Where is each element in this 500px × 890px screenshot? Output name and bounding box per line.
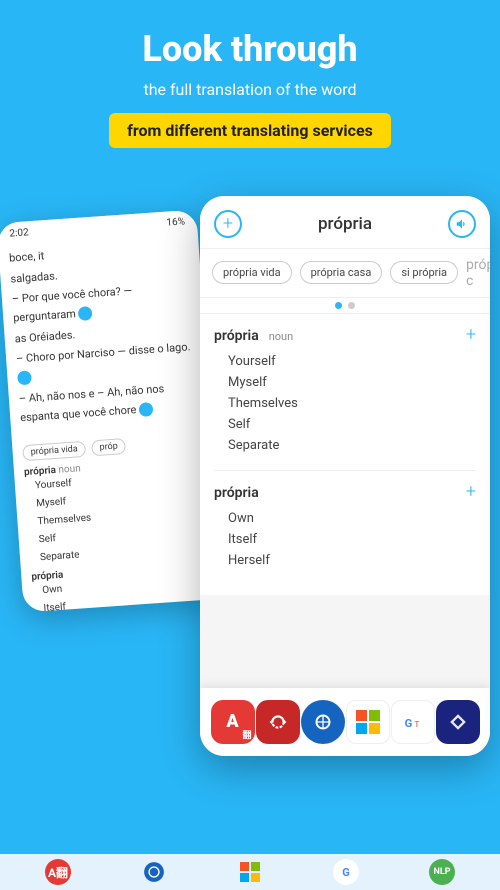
dict-item-myself: Myself <box>214 372 476 393</box>
phone-header: + própria <box>200 196 490 249</box>
dict-section-2: própria + Own Itself Herself <box>214 481 476 571</box>
svg-text:T: T <box>414 719 419 729</box>
dot-active <box>335 302 342 309</box>
back-phone-content: boce, it salgadas. – Por que você chora?… <box>0 228 211 438</box>
google-translator-icon[interactable]: G T <box>391 700 435 744</box>
add-button[interactable]: + <box>214 210 242 238</box>
pill-propria-casa[interactable]: própria casa <box>300 261 383 284</box>
dot-inactive <box>348 302 355 309</box>
top-section: Look through the full translation of the… <box>0 0 500 186</box>
translator-bar: A 翻 <box>200 688 490 756</box>
add-to-list-1[interactable]: + <box>466 324 476 345</box>
dict-item-herself: Herself <box>214 550 476 571</box>
phones-container: 2:02 16% boce, it salgadas. – Por que vo… <box>0 196 500 836</box>
dict-word-row-2: própria + <box>214 481 476 502</box>
dict-item-yourself: Yourself <box>214 351 476 372</box>
abbyy-translator-icon[interactable]: A 翻 <box>211 700 255 744</box>
dict-item-itself: Itself <box>214 529 476 550</box>
pill-propria-vida[interactable]: própria vida <box>212 261 292 284</box>
microsoft-logo <box>356 710 380 734</box>
status-time: 2:02 <box>9 227 29 239</box>
dict-word-2: própria <box>214 482 259 501</box>
translation-word: própria <box>318 214 372 234</box>
page-indicator <box>200 298 490 314</box>
highlight-banner: from different translating services <box>109 113 391 148</box>
sound-button[interactable] <box>448 210 476 238</box>
ms-logo-bottom <box>240 862 260 882</box>
link-icon-2 <box>17 370 32 385</box>
reverso-translator-icon[interactable] <box>256 700 300 744</box>
dict-word-1: própria noun <box>214 325 293 344</box>
dict-item-themselves: Themselves <box>214 393 476 414</box>
headline: Look through <box>20 30 480 70</box>
phone-front: + própria própria vida própria casa si p… <box>200 196 490 756</box>
bottom-icon-google[interactable]: G <box>333 859 359 885</box>
link-icon-3 <box>139 401 154 416</box>
microsoft-translator-icon[interactable] <box>346 700 390 744</box>
dict-item-own: Own <box>214 508 476 529</box>
pill-si-propria[interactable]: si própria <box>390 261 458 284</box>
dict-item-separate: Separate <box>214 435 476 456</box>
link-icon <box>78 306 93 321</box>
add-to-list-2[interactable]: + <box>466 481 476 502</box>
divider <box>214 470 476 471</box>
dict-word-row-1: própria noun + <box>214 324 476 345</box>
dict-item-self: Self <box>214 414 476 435</box>
status-battery: 16% <box>166 216 185 228</box>
bottom-icon-microsoft[interactable] <box>237 859 263 885</box>
bottom-icon-1[interactable]: A翻 <box>45 859 71 885</box>
phone-back: 2:02 16% boce, it salgadas. – Por que vo… <box>0 209 223 612</box>
sidebar-items1: Yourself Myself Themselves Self Separate <box>24 465 210 567</box>
app-bottom-bar: A翻 G NLP <box>0 854 500 890</box>
lingvo-translator-icon[interactable] <box>301 700 345 744</box>
dict-section-1: própria noun + Yourself Myself Themselve… <box>214 324 476 456</box>
dict-content: própria noun + Yourself Myself Themselve… <box>200 314 490 595</box>
pills-row: própria vida própria casa si própria pró… <box>200 249 490 298</box>
svg-text:G: G <box>404 716 412 729</box>
deepl-translator-icon[interactable] <box>436 700 480 744</box>
sidebar-pill-1: própria vida <box>22 441 86 461</box>
subheadline: the full translation of the word <box>20 80 480 99</box>
pill-more: própria c <box>466 257 490 289</box>
bottom-icon-2[interactable] <box>141 859 167 885</box>
sidebar-pill-2: próp <box>91 438 126 456</box>
bottom-icon-nlp[interactable]: NLP <box>429 859 455 885</box>
